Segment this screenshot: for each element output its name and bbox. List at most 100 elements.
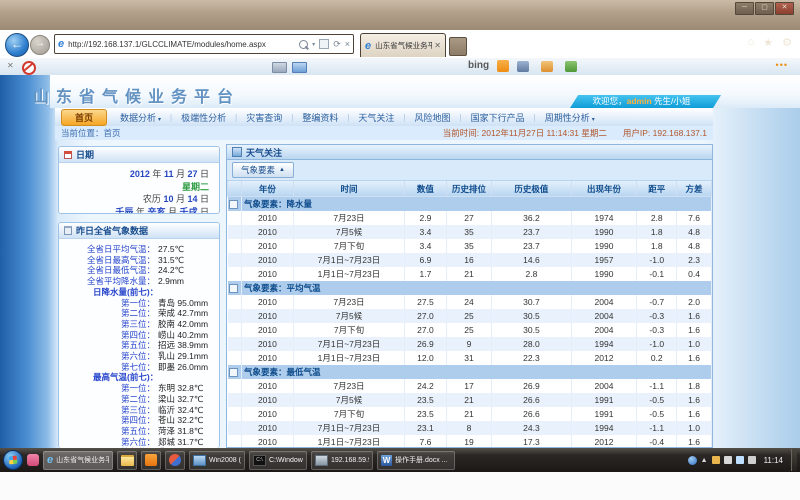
nav-item-2[interactable]: 数据分析▾ — [111, 111, 170, 124]
panel-icon — [232, 147, 242, 157]
sparkle-icon[interactable] — [541, 61, 553, 72]
table-cell: 1991 — [571, 407, 637, 421]
ie-icon: e — [47, 455, 53, 466]
nav-item-5[interactable]: 整编资料 — [293, 111, 347, 124]
tab-close-icon[interactable]: ✕ — [434, 41, 441, 50]
window-icon — [193, 455, 206, 466]
expand-cell — [228, 267, 242, 281]
table-cell: 2010 — [242, 309, 294, 323]
element-group-title: 气象要素：最低气温 — [242, 365, 712, 379]
table-cell: 1.6 — [677, 393, 712, 407]
wallet-icon[interactable] — [517, 61, 529, 72]
stat-label: 第四位： — [59, 415, 155, 426]
flag-icon[interactable] — [724, 456, 732, 464]
taskbar-task[interactable] — [117, 451, 137, 470]
expand-checkbox-icon[interactable] — [229, 368, 238, 377]
tools-gear-icon[interactable]: ⚙ — [782, 36, 792, 49]
table-cell: 7月23日 — [293, 379, 404, 393]
nav-item-6[interactable]: 天气关注 — [349, 111, 403, 124]
url-text[interactable]: http://192.168.137.1/GLCCLIMATE/modules/… — [68, 40, 299, 49]
search-icon[interactable] — [299, 40, 308, 49]
expand-cell — [228, 309, 242, 323]
bing-logo[interactable]: bing — [468, 60, 489, 71]
taskbar-task[interactable] — [141, 451, 161, 470]
table-cell: 2010 — [242, 239, 294, 253]
table-cell: 1.8 — [677, 379, 712, 393]
taskbar-task[interactable]: 192.168.59.99... — [311, 451, 373, 470]
table-cell: 7月5候 — [293, 309, 404, 323]
network-icon[interactable] — [736, 456, 744, 464]
taskbar-task[interactable] — [165, 451, 185, 470]
action-center-icon[interactable] — [712, 456, 720, 464]
taskbar-clock[interactable]: 11:14 — [764, 456, 783, 465]
table-cell: 7月1日~7月23日 — [293, 421, 404, 435]
table-cell: 1.7 — [405, 267, 447, 281]
taskbar-task[interactable]: e山东省气候业务平... — [43, 451, 113, 470]
ranking-item: 第七位：即墨 26.0mm — [59, 362, 215, 373]
expand-checkbox-icon[interactable] — [229, 200, 238, 209]
expand-cell — [228, 281, 242, 295]
tray-app-icon[interactable] — [688, 456, 697, 465]
welcome-banner: 欢迎您，admin 先生/小姐 — [570, 95, 713, 108]
card-icon[interactable] — [272, 62, 287, 73]
home-icon[interactable]: ⌂ — [748, 36, 755, 49]
nav-item-8[interactable]: 国家下行产品 — [462, 111, 534, 124]
element-group-row[interactable]: 气象要素：最低气温 — [228, 365, 712, 379]
nav-item-1[interactable]: 首页 — [61, 109, 107, 126]
element-group-row[interactable]: 气象要素：平均气温 — [228, 281, 712, 295]
taskbar-task[interactable]: W操作手册.docx ... — [377, 451, 455, 470]
table-cell: 2012 — [571, 435, 637, 448]
addon-logo-icon[interactable] — [22, 61, 36, 75]
page-content: 山东省气候业务平台 欢迎您，admin 先生/小姐 首页数据分析▾|极端性分析|… — [0, 75, 800, 448]
ranking-item: 第六位：郯城 31.7℃ — [59, 437, 215, 448]
current-time-label: 当前时间: 2012年11月27日 11:14:31 星期二 — [443, 127, 607, 139]
show-desktop-button[interactable] — [791, 449, 797, 471]
mail-icon[interactable] — [292, 62, 307, 73]
back-button[interactable]: ← — [5, 33, 29, 57]
table-cell: 1.8 — [637, 239, 677, 253]
toolbar-close-icon[interactable]: ✕ — [7, 61, 14, 70]
expand-checkbox-icon[interactable] — [229, 284, 238, 293]
expand-cell — [228, 365, 242, 379]
table-cell: 1月1日~7月23日 — [293, 435, 404, 448]
tab-title: 山东省气候业务平... — [375, 40, 432, 51]
table-cell: 27.0 — [405, 323, 447, 337]
table-cell: 7月5候 — [293, 393, 404, 407]
nav-item-3[interactable]: 极端性分析 — [172, 111, 235, 124]
community-icon[interactable] — [565, 61, 577, 72]
nav-item-7[interactable]: 风险地图 — [406, 111, 460, 124]
toolbar-more-button[interactable]: ••• — [776, 60, 788, 70]
element-filter-button[interactable]: 气象要素 ▲ — [232, 162, 294, 178]
maximize-button[interactable]: ▢ — [755, 2, 774, 15]
stat-value: 郯城 31.7℃ — [158, 437, 203, 448]
minimize-button[interactable]: ─ — [735, 2, 754, 15]
speaker-icon[interactable] — [748, 456, 756, 464]
breadcrumb-bar: 当前位置：首页 当前时间: 2012年11月27日 11:14:31 星期二 用… — [55, 126, 713, 140]
orange-search-icon[interactable] — [497, 60, 509, 72]
search-dropdown-icon[interactable]: ▾ — [312, 41, 315, 48]
browser-tab[interactable]: e 山东省气候业务平... ✕ — [360, 33, 446, 57]
taskbar-task[interactable]: Win2008 (VS2... — [189, 451, 245, 470]
user-ip-label: 用户IP: 192.168.137.1 — [623, 127, 707, 139]
summary-stat: 全省日平均气温：27.5℃ — [59, 244, 215, 255]
element-group-row[interactable]: 气象要素：降水量 — [228, 197, 712, 212]
stat-label: 第一位： — [59, 383, 155, 394]
address-bar[interactable]: e http://192.168.137.1/GLCCLIMATE/module… — [54, 34, 354, 54]
favorites-star-icon[interactable]: ★ — [763, 36, 773, 49]
stat-label: 全省平均降水量： — [59, 276, 155, 287]
taskbar-task[interactable]: C:\C:\Windows\s... — [249, 451, 307, 470]
forward-button[interactable]: → — [30, 35, 50, 55]
close-button[interactable]: ✕ — [775, 2, 794, 15]
stop-icon[interactable]: × — [345, 39, 350, 49]
nav-item-9[interactable]: 周期性分析▾ — [536, 111, 604, 124]
ranking-item: 第五位：招远 38.9mm — [59, 340, 215, 351]
table-cell: 1.6 — [677, 309, 712, 323]
pinned-app-icon[interactable] — [27, 454, 39, 466]
tray-expand-icon[interactable]: ▲ — [701, 457, 708, 464]
new-tab-button[interactable] — [449, 37, 467, 56]
nav-item-4[interactable]: 灾害查询 — [237, 111, 291, 124]
refresh-icon[interactable]: ⟳ — [333, 39, 341, 50]
table-cell: -0.7 — [637, 295, 677, 309]
compatibility-view-icon[interactable] — [319, 39, 329, 49]
start-button[interactable] — [3, 450, 23, 470]
